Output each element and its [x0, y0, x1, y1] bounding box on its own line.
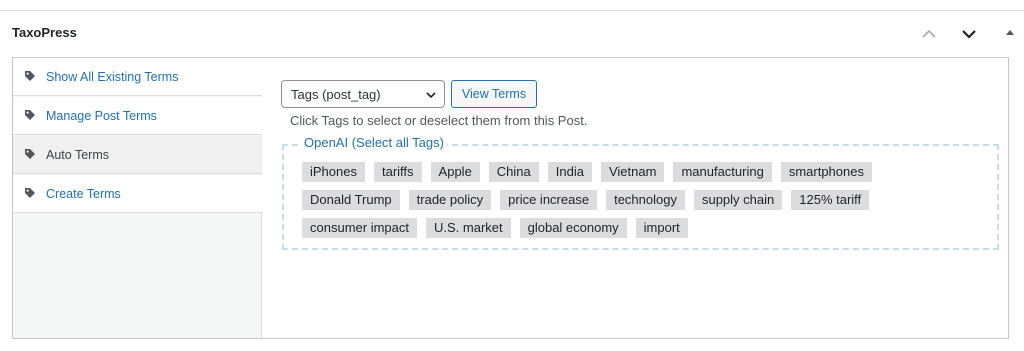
tag-row: consumer impact U.S. market global economy… [302, 218, 992, 238]
taxonomy-select[interactable]: Tags (post_tag) [281, 80, 445, 108]
tag-chip[interactable]: India [547, 162, 592, 182]
tag-chip[interactable]: smartphones [780, 162, 872, 182]
chevron-up-icon [922, 29, 936, 38]
auto-terms-panel: Tags (post_tag) View Terms Click Tags to… [263, 58, 1008, 338]
tag-chip[interactable]: 125% tariff [791, 190, 870, 210]
taxopress-metabox: Show All Existing Terms Manage Post Term… [12, 57, 1009, 339]
tab-auto-terms[interactable]: Auto Terms [13, 136, 262, 174]
tag-row: iPhones tariffs Apple China India Vietnam manu… [302, 162, 992, 182]
tag-chip[interactable]: Vietnam [600, 162, 665, 182]
tag-chip[interactable]: Apple [430, 162, 480, 182]
view-terms-button[interactable]: View Terms [451, 80, 537, 108]
chevron-down-icon [962, 30, 976, 39]
instruction-text: Click Tags to select or deselect them fr… [290, 113, 588, 128]
tab-label: Auto Terms [46, 148, 109, 162]
select-all-tags-link[interactable]: OpenAI (Select all Tags) [301, 135, 447, 150]
tag-icon [25, 149, 35, 159]
tag-icon [25, 110, 35, 120]
suggested-tags: iPhones tariffs Apple China India Vietnam manu… [302, 162, 992, 246]
triangle-up-icon [1006, 30, 1014, 35]
sidebar: Show All Existing Terms Manage Post Term… [13, 58, 262, 338]
tag-chip[interactable]: price increase [500, 190, 598, 210]
tag-chip[interactable]: global economy [519, 218, 627, 238]
view-terms-label: View Terms [461, 87, 527, 101]
panel-title: TaxoPress [12, 25, 77, 40]
metabox-header: TaxoPress [0, 11, 1024, 57]
tab-manage-post-terms[interactable]: Manage Post Terms [13, 97, 262, 135]
tag-chip[interactable]: tariffs [373, 162, 422, 182]
tag-chip[interactable]: supply chain [693, 190, 783, 210]
tag-icon [25, 71, 35, 81]
tag-row: Donald Trump trade policy price increase te… [302, 190, 992, 210]
move-up-button[interactable] [918, 23, 940, 45]
tag-chip[interactable]: technology [606, 190, 685, 210]
tag-chip[interactable]: U.S. market [425, 218, 511, 238]
move-down-button[interactable] [958, 23, 980, 45]
tab-label: Manage Post Terms [46, 109, 157, 123]
tag-icon [25, 188, 35, 198]
tag-chip[interactable]: Donald Trump [302, 190, 400, 210]
tab-label: Create Terms [46, 187, 121, 201]
tag-chip[interactable]: manufacturing [673, 162, 772, 182]
taxonomy-select-value: Tags (post_tag) [291, 87, 381, 102]
toggle-panel-button[interactable] [1002, 24, 1024, 46]
tab-label: Show All Existing Terms [46, 70, 179, 84]
tag-chip[interactable]: China [488, 162, 539, 182]
chevron-down-icon [426, 92, 436, 99]
tag-chip[interactable]: consumer impact [302, 218, 417, 238]
tab-create-terms[interactable]: Create Terms [13, 175, 262, 213]
tag-chip[interactable]: import [635, 218, 688, 238]
tab-show-all-existing-terms[interactable]: Show All Existing Terms [13, 58, 262, 96]
tag-chip[interactable]: iPhones [302, 162, 365, 182]
tag-chip[interactable]: trade policy [408, 190, 492, 210]
